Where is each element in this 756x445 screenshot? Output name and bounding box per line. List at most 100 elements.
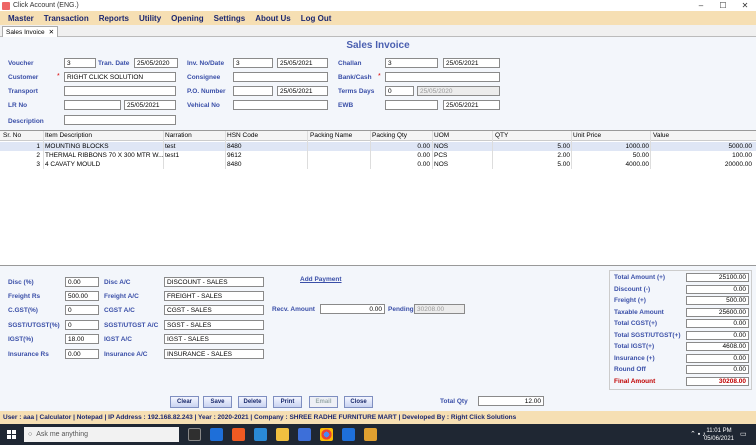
- sgst-pct-input[interactable]: 0: [65, 320, 99, 330]
- challan-no-input[interactable]: 3: [385, 58, 438, 68]
- transport-input[interactable]: [64, 86, 176, 96]
- col-packing-qty[interactable]: Packing Qty: [372, 132, 407, 139]
- cell-qty[interactable]: 5.00: [495, 143, 570, 150]
- terms-days-label: Terms Days: [338, 88, 375, 95]
- clear-button[interactable]: Clear: [170, 396, 199, 408]
- close-window-button[interactable]: ✕: [734, 0, 756, 11]
- col-hsn-code[interactable]: HSN Code: [227, 132, 258, 139]
- customer-input[interactable]: RIGHT CLICK SOLUTION: [64, 72, 176, 82]
- cell-packing-qty[interactable]: 0.00: [372, 152, 430, 159]
- inv-date-input[interactable]: 25/05/2021: [277, 58, 328, 68]
- menu-master[interactable]: Master: [8, 14, 34, 23]
- cell-price[interactable]: 50.00: [573, 152, 649, 159]
- inv-no-input[interactable]: 3: [233, 58, 273, 68]
- recv-amount-input[interactable]: 0.00: [320, 304, 385, 314]
- cell-hsn[interactable]: 8480: [227, 161, 307, 168]
- cell-item[interactable]: MOUNTING BLOCKS: [45, 143, 163, 150]
- ewb-no-input[interactable]: [385, 100, 438, 110]
- challan-date-input[interactable]: 25/05/2021: [443, 58, 500, 68]
- ewb-date-input[interactable]: 25/05/2021: [443, 100, 500, 110]
- cgst-ac-select[interactable]: CGST - SALES: [164, 305, 264, 315]
- menu-reports[interactable]: Reports: [99, 14, 129, 23]
- po-number-input[interactable]: [233, 86, 273, 96]
- tran-date-input[interactable]: 25/05/2020: [134, 58, 178, 68]
- maximize-button[interactable]: ☐: [712, 0, 734, 11]
- table-row[interactable]: 1 MOUNTING BLOCKS test 8480 0.00 NOS 5.0…: [0, 142, 756, 151]
- col-packing-name[interactable]: Packing Name: [310, 132, 352, 139]
- po-date-input[interactable]: 25/05/2021: [277, 86, 328, 96]
- col-unit-price[interactable]: Unit Price: [573, 132, 601, 139]
- cell-price[interactable]: 1000.00: [573, 143, 650, 150]
- disc-pct-input[interactable]: 0.00: [65, 277, 99, 287]
- add-payment-link[interactable]: Add Payment: [300, 276, 342, 283]
- store-icon[interactable]: [298, 428, 311, 441]
- freight-ac-select[interactable]: FREIGHT - SALES: [164, 291, 264, 301]
- cell-qty[interactable]: 5.00: [495, 161, 570, 168]
- cell-packing-qty[interactable]: 0.00: [372, 143, 430, 150]
- taskbar-clock[interactable]: 11:01 PM 05/06/2021: [704, 427, 734, 443]
- cgst-pct-input[interactable]: 0: [65, 305, 99, 315]
- menu-transaction[interactable]: Transaction: [44, 14, 89, 23]
- cell-narration[interactable]: test1: [165, 152, 225, 159]
- tab-sales-invoice[interactable]: Sales Invoice ✕: [2, 26, 59, 37]
- items-grid[interactable]: Sr. No Item Description Narration HSN Co…: [0, 130, 756, 266]
- visual-studio-icon[interactable]: [342, 428, 355, 441]
- brave-browser-icon[interactable]: [232, 428, 245, 441]
- freight-input[interactable]: 500.00: [65, 291, 99, 301]
- terms-days-input[interactable]: 0: [385, 86, 414, 96]
- vscode-icon[interactable]: [210, 428, 223, 441]
- cell-packing-qty[interactable]: 0.00: [372, 161, 430, 168]
- delete-button[interactable]: Delete: [238, 396, 267, 408]
- cell-hsn[interactable]: 8480: [227, 143, 307, 150]
- edge-icon[interactable]: [254, 428, 267, 441]
- tab-close-icon[interactable]: ✕: [49, 28, 54, 36]
- disc-ac-select[interactable]: DISCOUNT - SALES: [164, 277, 264, 287]
- notifications-icon[interactable]: ▭: [740, 430, 747, 438]
- insurance-ac-select[interactable]: INSURANCE - SALES: [164, 349, 264, 359]
- cell-narration[interactable]: test: [165, 143, 225, 150]
- menu-opening[interactable]: Opening: [171, 14, 203, 23]
- print-button[interactable]: Print: [273, 396, 302, 408]
- click-account-app-icon[interactable]: [364, 428, 377, 441]
- consignee-input[interactable]: [233, 72, 328, 82]
- taskbar-search[interactable]: ○ Ask me anything: [24, 427, 179, 442]
- lr-date-input[interactable]: 25/05/2021: [124, 100, 176, 110]
- col-sr-no[interactable]: Sr. No: [3, 132, 21, 139]
- file-explorer-icon[interactable]: [276, 428, 289, 441]
- menu-log-out[interactable]: Log Out: [301, 14, 332, 23]
- insurance-input[interactable]: 0.00: [65, 349, 99, 359]
- menu-settings[interactable]: Settings: [214, 14, 246, 23]
- bank-cash-input[interactable]: [385, 72, 500, 82]
- cell-uom[interactable]: NOS: [434, 161, 492, 168]
- chrome-icon[interactable]: [320, 428, 333, 441]
- cell-item[interactable]: 4 CAVATY MOULD: [45, 161, 163, 168]
- table-row[interactable]: 3 4 CAVATY MOULD 8480 0.00 NOS 5.00 4000…: [0, 160, 756, 169]
- close-button[interactable]: Close: [344, 396, 373, 408]
- igst-pct-input[interactable]: 18.00: [65, 334, 99, 344]
- col-value[interactable]: Value: [653, 132, 669, 139]
- minimize-button[interactable]: –: [690, 0, 712, 11]
- windows-start-icon[interactable]: [7, 430, 16, 439]
- col-narration[interactable]: Narration: [165, 132, 192, 139]
- table-row[interactable]: 2 THERMAL RIBBONS 70 X 300 MTR W... test…: [0, 151, 756, 160]
- lr-no-input[interactable]: [64, 100, 121, 110]
- menu-about-us[interactable]: About Us: [255, 14, 291, 23]
- igst-ac-select[interactable]: IGST - SALES: [164, 334, 264, 344]
- voucher-input[interactable]: 3: [64, 58, 96, 68]
- cell-qty[interactable]: 2.00: [495, 152, 570, 159]
- save-button[interactable]: Save: [203, 396, 232, 408]
- sgst-ac-select[interactable]: SGST - SALES: [164, 320, 264, 330]
- task-view-icon[interactable]: [188, 428, 201, 441]
- description-input[interactable]: [64, 115, 176, 125]
- cell-uom[interactable]: NOS: [434, 143, 492, 150]
- col-qty[interactable]: QTY: [495, 132, 508, 139]
- col-item-description[interactable]: Item Description: [45, 132, 92, 139]
- cell-price[interactable]: 4000.00: [573, 161, 650, 168]
- vehical-no-input[interactable]: [233, 100, 328, 110]
- cell-hsn[interactable]: 9612: [227, 152, 307, 159]
- menu-utility[interactable]: Utility: [139, 14, 161, 23]
- cell-uom[interactable]: PCS: [434, 152, 492, 159]
- sgst-pct-label: SGST/UTGST(%): [8, 322, 60, 329]
- col-uom[interactable]: UOM: [434, 132, 449, 139]
- cell-item[interactable]: THERMAL RIBBONS 70 X 300 MTR W...: [45, 152, 163, 159]
